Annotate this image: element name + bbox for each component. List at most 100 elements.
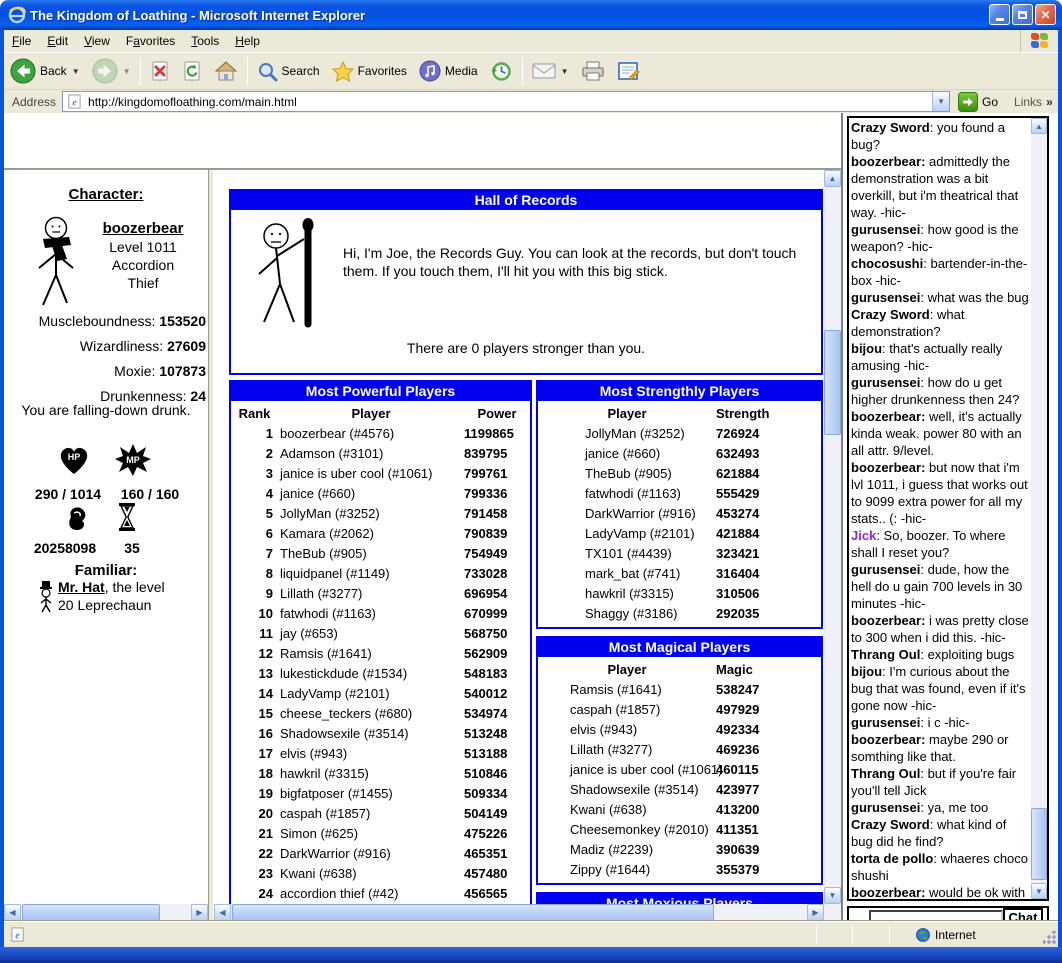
character-name-link[interactable]: boozerbear (82, 220, 204, 238)
value-cell: 513188 (464, 746, 530, 761)
links-chevron-icon[interactable]: » (1046, 95, 1053, 109)
charpane-hscrollbar[interactable]: ◀ ▶ (4, 904, 208, 921)
scroll-thumb[interactable] (1031, 808, 1047, 880)
mail-dropdown-icon[interactable]: ▼ (561, 67, 569, 76)
scroll-left-button[interactable]: ◀ (4, 904, 21, 921)
stop-button[interactable] (144, 54, 176, 88)
stat-value: 107873 (159, 363, 206, 379)
scroll-up-button[interactable]: ▲ (1031, 118, 1047, 134)
links-toolbar[interactable]: Links » (1014, 95, 1053, 109)
value-cell: 621884 (716, 466, 821, 481)
chat-message: gurusensei: what was the bug (851, 289, 1029, 306)
resize-grip[interactable] (1043, 931, 1056, 944)
stat-label: Muscleboundness: (39, 313, 160, 329)
value-cell: 1199865 (464, 426, 530, 441)
close-button[interactable]: ✕ (1035, 4, 1056, 25)
player-cell: Shadowsexile (#3514) (538, 782, 716, 797)
history-button[interactable] (484, 54, 519, 88)
value-cell: 540012 (464, 686, 530, 701)
address-input[interactable] (86, 93, 932, 110)
table-row: 1boozerbear (#4576)1199865 (231, 423, 530, 443)
table-row: Madiz (#2239)390639 (538, 839, 821, 859)
table-header-row: PlayerMagic (538, 659, 821, 679)
character-avatar (30, 215, 82, 310)
table-row: TheBub (#905)621884 (538, 463, 821, 483)
menu-tools[interactable]: Tools (183, 31, 227, 52)
media-label: Media (445, 64, 478, 78)
scroll-right-button[interactable]: ▶ (807, 904, 824, 921)
favorites-label: Favorites (358, 64, 407, 78)
go-button[interactable]: Go (958, 92, 998, 112)
media-button[interactable]: Media (413, 54, 484, 88)
refresh-button[interactable] (176, 54, 208, 88)
back-dropdown-icon[interactable]: ▼ (72, 67, 80, 76)
scrollbar-corner (824, 904, 841, 921)
back-button[interactable]: Back ▼ (4, 54, 86, 88)
mail-button[interactable]: ▼ (526, 54, 575, 88)
menu-favorites[interactable]: Favorites (118, 31, 183, 52)
scroll-thumb[interactable] (824, 330, 841, 435)
chat-message: Crazy Sword: you found a bug? (851, 119, 1029, 153)
value-cell: 799336 (464, 486, 530, 501)
table-row: 21Simon (#625)475226 (231, 823, 530, 843)
scroll-left-button[interactable]: ◀ (214, 904, 231, 921)
table-row: 22DarkWarrior (#916)465351 (231, 843, 530, 863)
forward-dropdown-icon[interactable]: ▼ (123, 67, 131, 76)
scroll-thumb[interactable] (22, 904, 160, 921)
rank-cell: 24 (231, 886, 278, 901)
print-button[interactable] (575, 54, 611, 88)
svg-text:e: e (15, 930, 20, 941)
value-cell: 292035 (716, 606, 821, 621)
table-row: fatwhodi (#1163)555429 (538, 483, 821, 503)
value-cell: 355379 (716, 862, 821, 877)
player-cell: Adamson (#3101) (278, 446, 464, 461)
home-button[interactable] (208, 54, 244, 88)
player-cell: Lillath (#3277) (538, 742, 716, 757)
svg-text:e: e (72, 97, 77, 108)
chat-vscrollbar[interactable]: ▲ ▼ (1031, 118, 1047, 899)
chat-send-button[interactable]: Chat (1003, 908, 1043, 921)
favorites-button[interactable]: Favorites (326, 54, 413, 88)
search-button[interactable]: Search (251, 54, 326, 88)
menu-help[interactable]: Help (227, 31, 268, 52)
player-cell: mark_bat (#741) (538, 566, 716, 581)
table-row: 5JollyMan (#3252)791458 (231, 503, 530, 523)
scroll-down-button[interactable]: ▼ (824, 887, 841, 904)
scroll-up-button[interactable]: ▲ (824, 170, 841, 187)
stat-value: 153520 (159, 313, 206, 329)
stat-row: Moxie: 107873 (4, 359, 206, 384)
chat-message: Crazy Sword: what kind of bug did he fin… (851, 816, 1029, 850)
address-dropdown-button[interactable]: ▼ (932, 92, 949, 111)
chat-sender: bijou (851, 341, 882, 356)
chat-sender: boozerbear: (851, 885, 925, 900)
title-bar[interactable]: The Kingdom of Loathing - Microsoft Inte… (0, 0, 1062, 30)
main-hscrollbar[interactable]: ◀ ▶ (214, 904, 824, 921)
chat-message-box: Crazy Sword: you found a bug? boozerbear:… (847, 116, 1049, 901)
player-cell: Simon (#625) (278, 826, 464, 841)
scroll-right-button[interactable]: ▶ (191, 904, 208, 921)
player-cell: boozerbear (#4576) (278, 426, 464, 441)
edit-button[interactable] (611, 54, 647, 88)
player-cell: DarkWarrior (#916) (538, 506, 716, 521)
menu-view[interactable]: View (76, 31, 118, 52)
forward-button[interactable]: ▼ (86, 54, 137, 88)
menu-edit[interactable]: Edit (39, 31, 76, 52)
minimize-button[interactable] (989, 4, 1010, 25)
search-icon (257, 61, 278, 82)
player-cell: JollyMan (#3252) (538, 426, 716, 441)
value-cell: 323421 (716, 546, 821, 561)
table-row: 2Adamson (#3101)839795 (231, 443, 530, 463)
scroll-thumb[interactable] (232, 904, 714, 921)
chat-sender: gurusensei (851, 290, 920, 305)
table-row: 4janice (#660)799336 (231, 483, 530, 503)
hall-of-records-panel: Hall of Records Hi, I'm Joe, the Records… (229, 189, 823, 375)
menu-file[interactable]: File (4, 31, 39, 52)
main-vscrollbar[interactable]: ▲ ▼ (824, 170, 841, 904)
familiar-name-link[interactable]: Mr. Hat (58, 579, 105, 595)
chat-input[interactable] (869, 910, 1003, 921)
scroll-down-button[interactable]: ▼ (1031, 883, 1047, 899)
maximize-button[interactable] (1012, 4, 1033, 25)
address-bar: Address e ▼ Go Links » (4, 90, 1058, 113)
table-header-row: PlayerStrength (538, 403, 821, 423)
rank-cell: 2 (231, 446, 278, 461)
